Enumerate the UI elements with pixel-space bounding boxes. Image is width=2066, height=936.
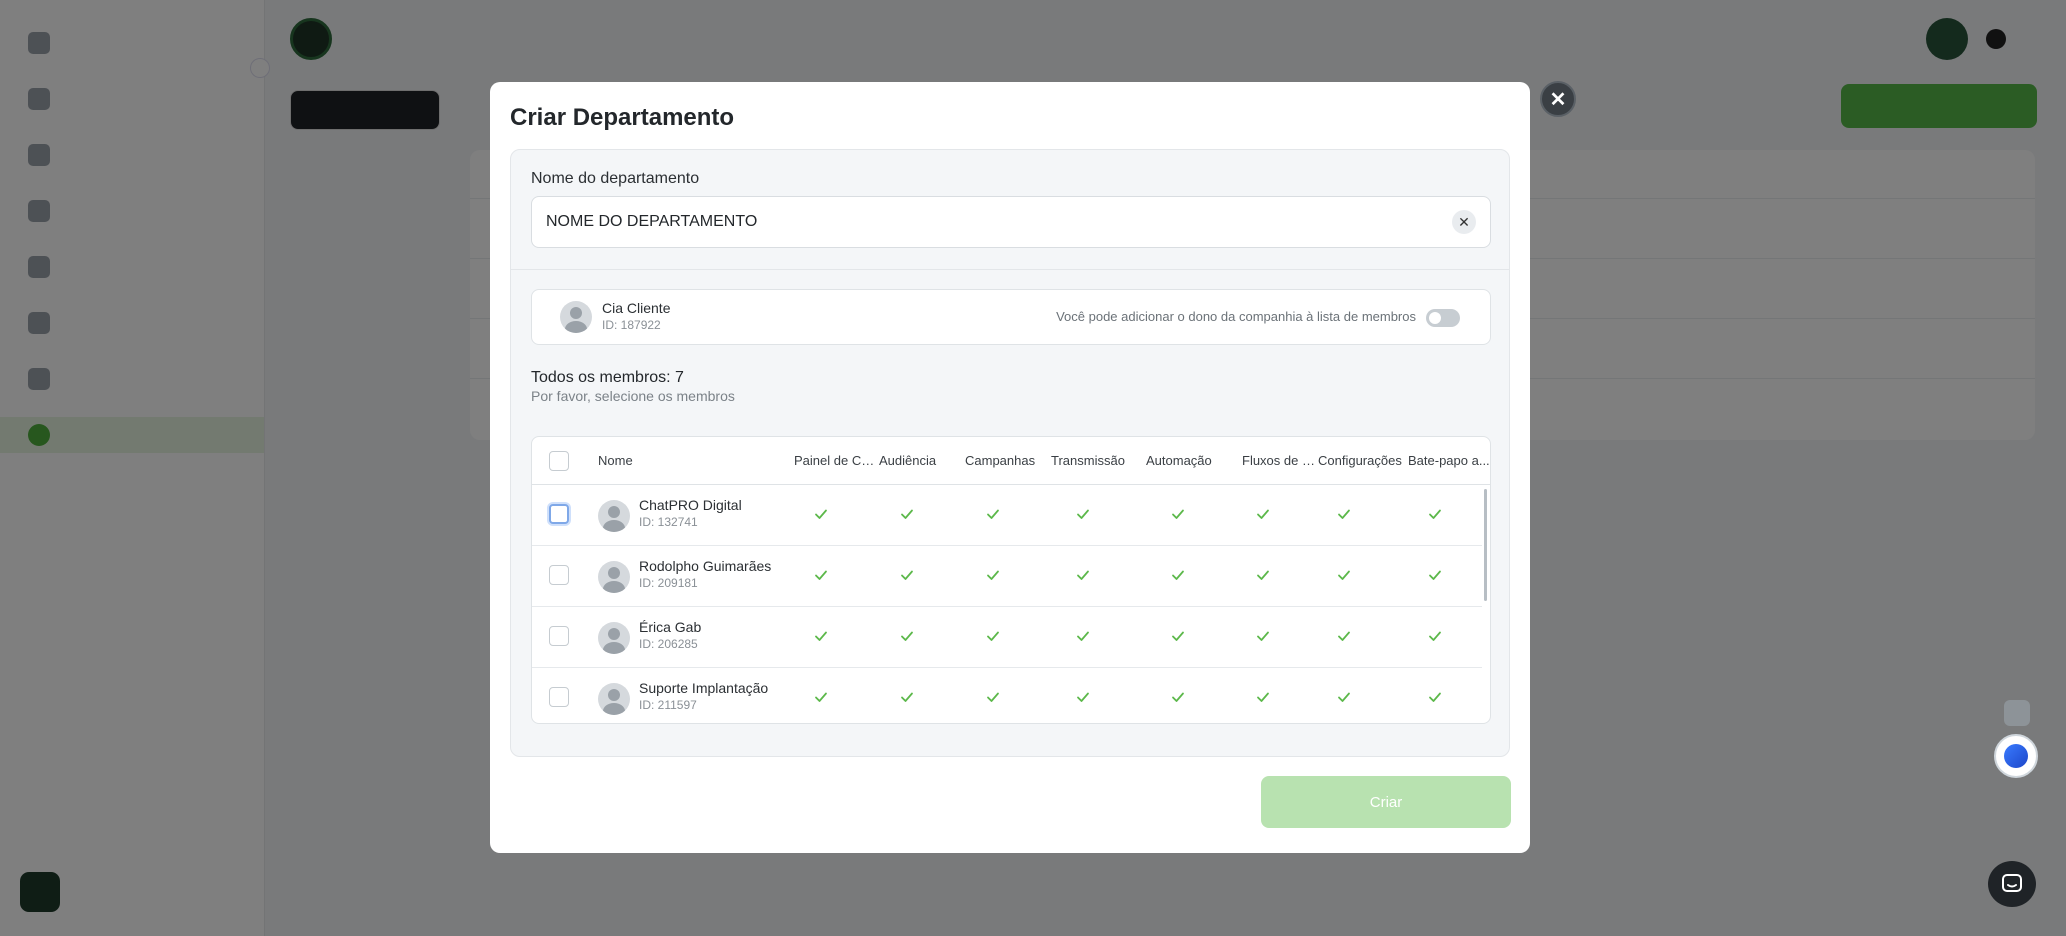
check-icon: [986, 690, 1000, 704]
user-placeholder-icon: [598, 561, 630, 593]
check-icon: [1337, 568, 1351, 582]
collapse-widget-icon[interactable]: [2004, 700, 2030, 726]
department-name-label: Nome do departamento: [531, 170, 700, 187]
check-icon: [900, 629, 914, 643]
check-icon: [986, 629, 1000, 643]
create-button[interactable]: Criar: [1261, 776, 1511, 828]
check-icon: [1337, 629, 1351, 643]
check-icon: [1428, 629, 1442, 643]
column-header-campaigns: Campanhas: [965, 453, 1036, 468]
member-id: ID: 211597: [639, 698, 697, 712]
check-icon: [900, 568, 914, 582]
check-icon: [814, 629, 828, 643]
table-row[interactable]: Suporte Implantação ID: 211597: [532, 668, 1482, 723]
chat-bubble-icon: [2002, 874, 2022, 892]
table-row[interactable]: Rodolpho Guimarães ID: 209181: [532, 546, 1482, 607]
check-icon: [1256, 690, 1270, 704]
user-placeholder-icon: [598, 683, 630, 715]
check-icon: [900, 690, 914, 704]
column-header-flows: Fluxos de c...: [1242, 453, 1318, 468]
check-icon: [900, 507, 914, 521]
table-row[interactable]: Érica Gab ID: 206285: [532, 607, 1482, 668]
member-checkbox[interactable]: [549, 687, 569, 707]
member-name: ChatPRO Digital: [639, 497, 742, 513]
members-count: Todos os membros: 7: [531, 369, 684, 386]
company-owner-card: Cia Cliente ID: 187922 Você pode adicion…: [531, 289, 1491, 345]
check-icon: [1337, 690, 1351, 704]
check-icon: [814, 690, 828, 704]
check-icon: [1256, 629, 1270, 643]
check-icon: [1428, 690, 1442, 704]
check-icon: [1337, 507, 1351, 521]
member-checkbox[interactable]: [549, 504, 569, 524]
members-table: Nome Painel de Co... Audiência Campanhas…: [531, 436, 1491, 724]
check-icon: [986, 568, 1000, 582]
check-icon: [1076, 507, 1090, 521]
clear-input-icon[interactable]: ✕: [1452, 210, 1476, 234]
user-placeholder-icon: [598, 622, 630, 654]
user-placeholder-icon: [598, 500, 630, 532]
owner-hint: Você pode adicionar o dono da companhia …: [1056, 309, 1416, 324]
column-header-settings: Configurações: [1318, 453, 1402, 468]
check-icon: [1171, 690, 1185, 704]
owner-name: Cia Cliente: [602, 300, 671, 316]
member-checkbox[interactable]: [549, 565, 569, 585]
member-id: ID: 209181: [639, 576, 698, 590]
column-header-automation: Automação: [1146, 453, 1212, 468]
modal-title: Criar Departamento: [510, 104, 735, 131]
owner-id: ID: 187922: [602, 318, 661, 332]
modal-close-button[interactable]: ✕: [1540, 81, 1576, 117]
member-id: ID: 132741: [639, 515, 698, 529]
check-icon: [1428, 507, 1442, 521]
member-checkbox[interactable]: [549, 626, 569, 646]
modal-panel: Nome do departamento ✕ Cia Cliente ID: 1…: [510, 149, 1510, 757]
check-icon: [1171, 507, 1185, 521]
create-department-modal: Criar Departamento Nome do departamento …: [490, 82, 1530, 853]
add-owner-toggle[interactable]: [1426, 309, 1460, 327]
department-name-input[interactable]: [531, 196, 1491, 248]
chat-launcher-button[interactable]: [1988, 861, 2036, 907]
members-subtitle: Por favor, selecione os membros: [531, 388, 735, 404]
member-id: ID: 206285: [639, 637, 698, 651]
column-header-chat: Bate-papo a...: [1408, 453, 1490, 468]
member-name: Rodolpho Guimarães: [639, 558, 772, 574]
table-row[interactable]: ChatPRO Digital ID: 132741: [532, 485, 1482, 546]
assistant-button[interactable]: [1994, 734, 2038, 778]
select-all-checkbox[interactable]: [549, 451, 569, 471]
check-icon: [1076, 629, 1090, 643]
check-icon: [1076, 690, 1090, 704]
check-icon: [814, 568, 828, 582]
table-scrollbar[interactable]: [1484, 489, 1487, 601]
check-icon: [1171, 629, 1185, 643]
members-table-header: Nome Painel de Co... Audiência Campanhas…: [532, 437, 1490, 485]
check-icon: [1256, 568, 1270, 582]
check-icon: [1256, 507, 1270, 521]
check-icon: [1076, 568, 1090, 582]
column-header-broadcast: Transmissão: [1051, 453, 1125, 468]
user-placeholder-icon: [560, 301, 592, 333]
assistant-icon: [2004, 744, 2028, 768]
name-section: Nome do departamento ✕: [511, 150, 1509, 270]
member-name: Érica Gab: [639, 619, 702, 635]
check-icon: [986, 507, 1000, 521]
check-icon: [1428, 568, 1442, 582]
check-icon: [814, 507, 828, 521]
column-header-audience: Audiência: [879, 453, 937, 468]
column-header-name: Nome: [598, 453, 633, 468]
check-icon: [1171, 568, 1185, 582]
column-header-dashboard: Painel de Co...: [794, 453, 878, 468]
member-name: Suporte Implantação: [639, 680, 769, 696]
